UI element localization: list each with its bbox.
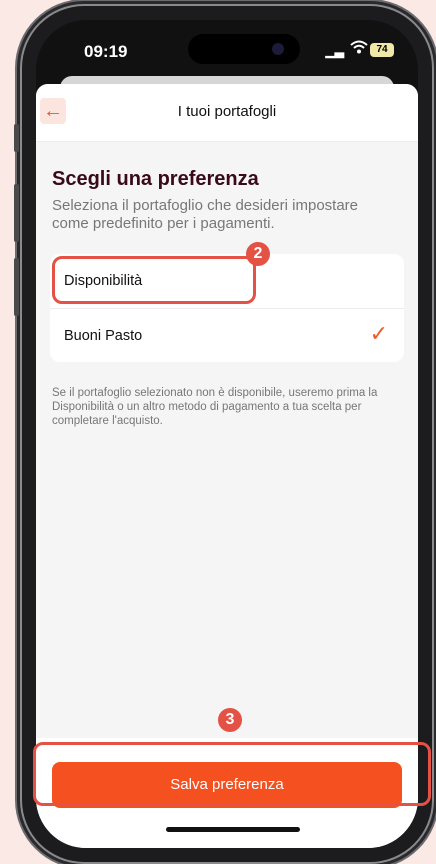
- nav-bar: ← I tuoi portafogli: [36, 84, 418, 142]
- annotation-highlight-option: [52, 256, 256, 304]
- wallet-option-buoni-pasto[interactable]: Buoni Pasto ✓: [50, 308, 404, 362]
- phone-frame: 09:19 ▁▃ 74 ← I tuoi portafogli Scegli u…: [14, 6, 432, 862]
- modal-sheet: ← I tuoi portafogli Scegli una preferenz…: [36, 84, 418, 848]
- status-bar: 09:19 ▁▃ 74: [36, 20, 418, 84]
- status-time: 09:19: [84, 42, 128, 61]
- section-subtitle: Seleziona il portafoglio che desideri im…: [52, 197, 359, 232]
- section-heading: Scegli una preferenza: [52, 168, 259, 190]
- battery-icon: 74: [370, 43, 394, 57]
- page-title: I tuoi portafogli: [177, 103, 277, 120]
- annotation-badge-step-2: 2: [246, 242, 270, 266]
- wifi-icon: [350, 40, 368, 59]
- dynamic-island: [188, 34, 300, 64]
- checkmark-icon: ✓: [369, 321, 388, 346]
- annotation-badge-step-3: 3: [218, 708, 242, 732]
- volume-up-button: [14, 184, 19, 242]
- camera-icon: [272, 43, 284, 55]
- signal-icon: ▁▃: [325, 44, 344, 58]
- wallet-option-label: Buoni Pasto: [64, 328, 143, 344]
- home-indicator: [166, 827, 300, 832]
- fallback-note: Se il portafoglio selezionato non è disp…: [52, 387, 378, 427]
- annotation-highlight-save: [33, 742, 431, 806]
- volume-down-button: [14, 258, 19, 316]
- action-button: [14, 124, 19, 152]
